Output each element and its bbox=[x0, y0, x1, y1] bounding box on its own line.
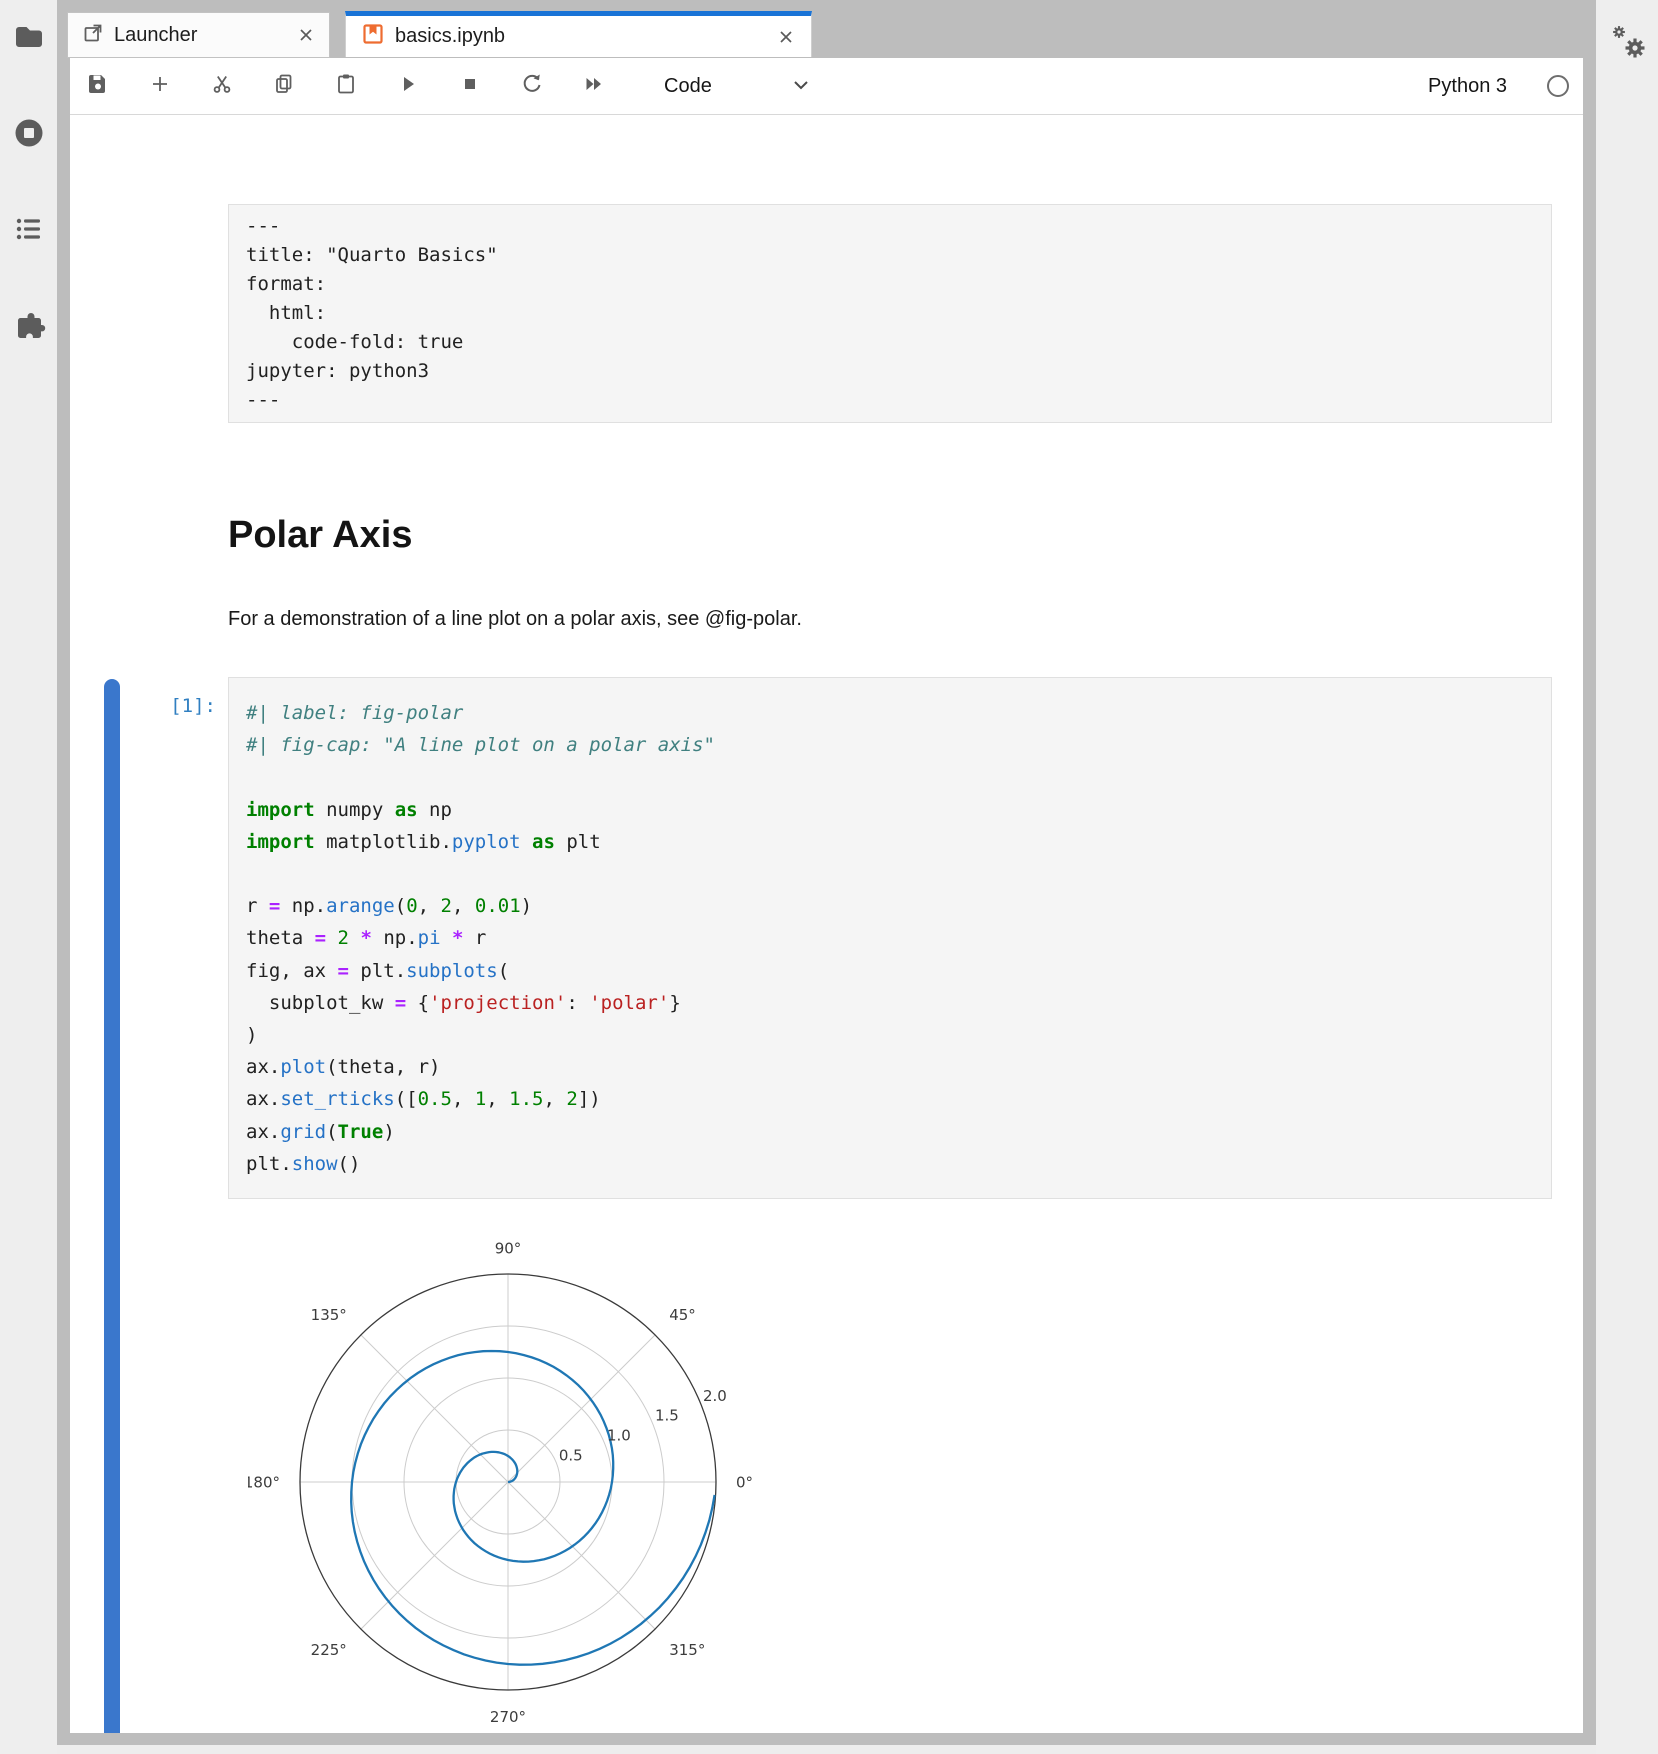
folder-icon bbox=[12, 20, 46, 59]
code-line: ax.plot(theta, r) bbox=[246, 1051, 1551, 1083]
chevron-down-icon bbox=[792, 75, 810, 98]
copy-cells-button[interactable] bbox=[272, 74, 296, 98]
notebook-icon bbox=[361, 22, 385, 51]
tab-basics-ipynb[interactable]: basics.ipynb bbox=[345, 11, 812, 57]
sidebar-item-table-of-contents[interactable] bbox=[12, 214, 46, 248]
cell-type-dropdown[interactable]: Code bbox=[664, 75, 810, 98]
theta-tick-label: 180° bbox=[248, 1473, 280, 1491]
notebook-toolbar: Code Python 3 bbox=[70, 58, 1583, 115]
close-icon[interactable] bbox=[775, 26, 797, 48]
cell-type-value: Code bbox=[664, 75, 712, 98]
right-activity-bar bbox=[1596, 0, 1658, 1754]
launcher-icon bbox=[82, 22, 104, 49]
raw-cell-yaml[interactable]: ---title: "Quarto Basics"format: html: c… bbox=[228, 204, 1552, 423]
spiral-line bbox=[351, 1351, 714, 1665]
raw-line: html: bbox=[246, 299, 1551, 328]
save-icon bbox=[86, 72, 110, 101]
stop-icon bbox=[458, 72, 482, 101]
restart-icon bbox=[520, 72, 544, 101]
notebook-content: ---title: "Quarto Basics"format: html: c… bbox=[70, 115, 1583, 1733]
plus-icon bbox=[148, 72, 172, 101]
code-line bbox=[246, 761, 1551, 793]
code-line: subplot_kw = {'projection': 'polar'} bbox=[246, 987, 1551, 1019]
run-icon bbox=[396, 72, 420, 101]
sidebar-item-running-kernels[interactable] bbox=[12, 118, 46, 152]
interrupt-kernel-button[interactable] bbox=[458, 74, 482, 98]
output-collapser[interactable] bbox=[104, 1115, 120, 1733]
restart-run-all-button[interactable] bbox=[582, 74, 606, 98]
copy-icon bbox=[272, 72, 296, 101]
restart-kernel-button[interactable] bbox=[520, 74, 544, 98]
stop-circle-icon bbox=[12, 116, 46, 155]
code-line: #| fig-cap: "A line plot on a polar axis… bbox=[246, 729, 1551, 761]
sidebar-item-extensions[interactable] bbox=[12, 310, 46, 344]
paste-cells-button[interactable] bbox=[334, 74, 358, 98]
tab-label: Launcher bbox=[114, 24, 197, 47]
markdown-heading: Polar Axis bbox=[228, 513, 412, 557]
raw-line: --- bbox=[246, 386, 1551, 415]
code-line: fig, ax = plt.subplots( bbox=[246, 955, 1551, 987]
execution-count-prompt: [1]: bbox=[124, 695, 216, 717]
left-activity-icons bbox=[0, 22, 57, 344]
theta-tick-label: 225° bbox=[311, 1641, 347, 1659]
output-figure: 0° 45° 90° 135° 180° 225° 270° 315° 0.5 1.0 1.5 2.0 bbox=[248, 1107, 768, 1733]
code-line: r = np.arange(0, 2, 0.01) bbox=[246, 890, 1551, 922]
theta-tick-label: 0° bbox=[736, 1473, 753, 1491]
tab-label: basics.ipynb bbox=[395, 25, 505, 48]
r-tick-label: 1.0 bbox=[607, 1427, 631, 1445]
theta-tick-label: 315° bbox=[669, 1641, 705, 1659]
list-icon bbox=[12, 212, 46, 251]
r-tick-label: 0.5 bbox=[559, 1447, 583, 1465]
theta-tick-label: 270° bbox=[490, 1708, 526, 1726]
code-line bbox=[246, 858, 1551, 890]
run-cell-button[interactable] bbox=[396, 74, 420, 98]
code-line: theta = 2 * np.pi * r bbox=[246, 922, 1551, 954]
puzzle-icon bbox=[12, 308, 46, 347]
fast-forward-icon bbox=[582, 72, 606, 101]
close-icon[interactable] bbox=[295, 24, 317, 46]
sidebar-item-file-browser[interactable] bbox=[12, 22, 46, 56]
polar-axes: 0° 45° 90° 135° 180° 225° 270° 315° 0.5 1.0 1.5 2.0 bbox=[248, 1107, 768, 1733]
code-line: ) bbox=[246, 1019, 1551, 1051]
theta-tick-label: 45° bbox=[669, 1306, 696, 1324]
code-line: import matplotlib.pyplot as plt bbox=[246, 826, 1551, 858]
theta-tick-label: 90° bbox=[495, 1239, 522, 1257]
r-tick-label: 2.0 bbox=[703, 1387, 727, 1405]
gears-icon bbox=[1606, 53, 1652, 70]
raw-line: code-fold: true bbox=[246, 328, 1551, 357]
raw-line: format: bbox=[246, 270, 1551, 299]
property-inspector-button[interactable] bbox=[1606, 20, 1652, 66]
save-button[interactable] bbox=[86, 74, 110, 98]
raw-line: title: "Quarto Basics" bbox=[246, 241, 1551, 270]
kernel-area: Python 3 bbox=[1428, 73, 1571, 99]
clipboard-icon bbox=[334, 72, 358, 101]
r-tick-label: 1.5 bbox=[655, 1407, 679, 1425]
kernel-name[interactable]: Python 3 bbox=[1428, 75, 1507, 98]
add-cell-button[interactable] bbox=[148, 74, 172, 98]
markdown-paragraph: For a demonstration of a line plot on a … bbox=[228, 608, 802, 631]
notebook-panel: Code Python 3 ---title: "Quarto Basics"f… bbox=[70, 58, 1583, 1733]
code-line: import numpy as np bbox=[246, 794, 1551, 826]
scissors-icon bbox=[210, 72, 234, 101]
theta-tick-label: 135° bbox=[311, 1306, 347, 1324]
tab-launcher[interactable]: Launcher bbox=[67, 12, 330, 58]
code-line: #| label: fig-polar bbox=[246, 697, 1551, 729]
raw-line: --- bbox=[246, 212, 1551, 241]
cut-cells-button[interactable] bbox=[210, 74, 234, 98]
raw-line: jupyter: python3 bbox=[246, 357, 1551, 386]
kernel-status-icon bbox=[1545, 73, 1571, 99]
